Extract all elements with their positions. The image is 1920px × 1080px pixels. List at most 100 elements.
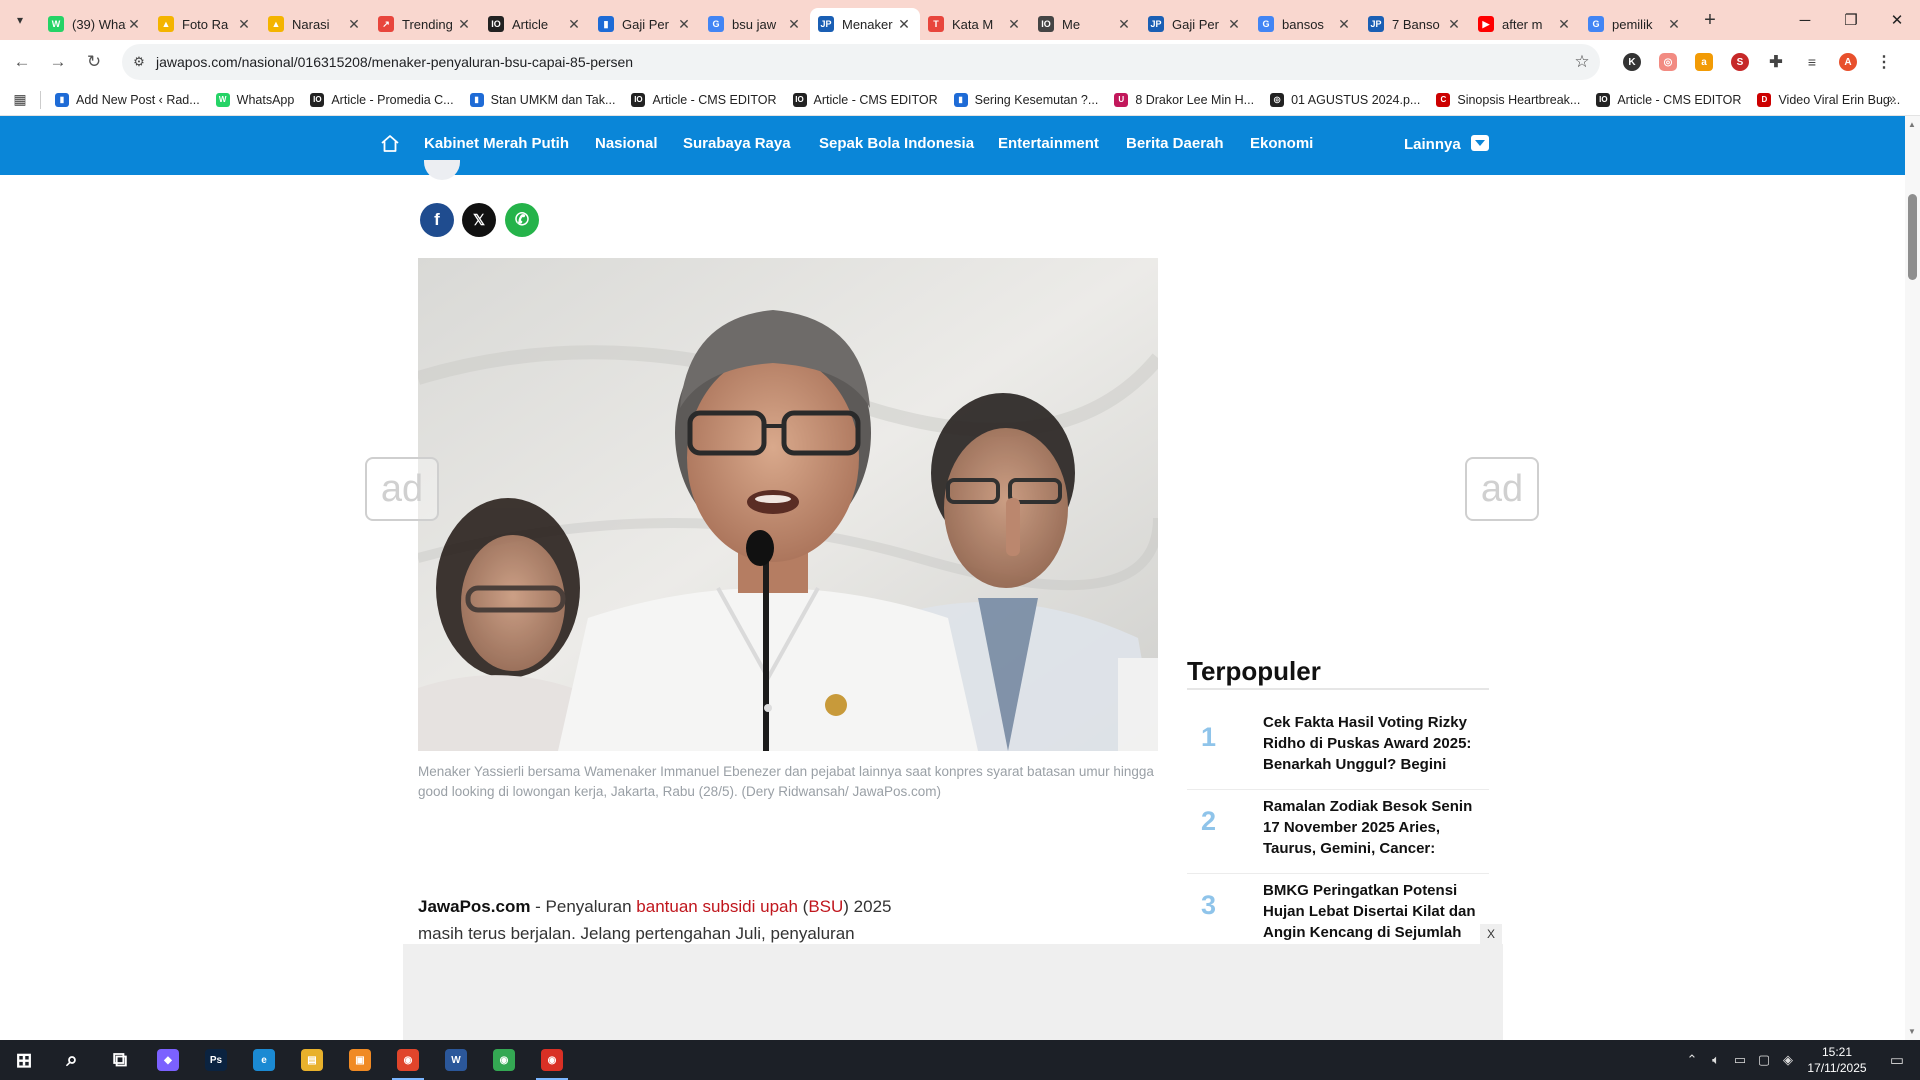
- ad-marker-right[interactable]: ad: [1465, 457, 1539, 521]
- browser-tab[interactable]: Gbsu jaw ✕: [700, 8, 810, 40]
- share-whatsapp-button[interactable]: ✆: [505, 203, 539, 237]
- media-control-button[interactable]: ≡: [1794, 46, 1830, 78]
- bookmark-item[interactable]: W WhatsApp: [208, 92, 303, 107]
- tab-close-icon[interactable]: ✕: [1116, 16, 1132, 33]
- bookmark-item[interactable]: D Video Viral Erin Bug...: [1749, 92, 1908, 107]
- browser-tab[interactable]: IO Me ✕: [1030, 8, 1140, 40]
- tab-close-icon[interactable]: ✕: [1006, 16, 1022, 33]
- bsu-short-link[interactable]: BSU: [808, 897, 843, 916]
- taskbar-copilot-button[interactable]: ◆: [144, 1040, 192, 1080]
- bookmark-item[interactable]: U 8 Drakor Lee Min H...: [1106, 92, 1262, 107]
- browser-tab[interactable]: ▲ Narasi ✕: [260, 8, 370, 40]
- sticky-bottom-ad[interactable]: [403, 944, 1503, 1040]
- close-window-button[interactable]: ✕: [1874, 0, 1920, 40]
- popular-title[interactable]: Ramalan Zodiak Besok Senin 17 November 2…: [1263, 796, 1483, 859]
- speaker-icon[interactable]: 🔈︎: [1704, 1052, 1728, 1068]
- bookmark-item[interactable]: ▮ Sering Kesemutan ?...: [946, 92, 1107, 107]
- tab-search-button[interactable]: ▾: [6, 6, 34, 34]
- popular-title[interactable]: BMKG Peringatkan Potensi Hujan Lebat Dis…: [1263, 880, 1483, 943]
- tab-close-icon[interactable]: ✕: [1336, 16, 1352, 33]
- taskbar-chrome-button[interactable]: ◉: [480, 1040, 528, 1080]
- restore-button[interactable]: ❐: [1828, 0, 1874, 40]
- taskbar-search-button[interactable]: ⌕: [48, 1040, 96, 1080]
- tab-close-icon[interactable]: ✕: [456, 16, 472, 33]
- bookmark-item[interactable]: IO Article - Promedia C...: [302, 92, 461, 107]
- profile-button[interactable]: A: [1830, 46, 1866, 78]
- browser-tab[interactable]: ▮ Gaji Per ✕: [590, 8, 700, 40]
- tab-close-icon[interactable]: ✕: [786, 16, 802, 33]
- popular-item-1[interactable]: 1 Cek Fakta Hasil Voting Rizky Ridho di …: [1187, 706, 1489, 790]
- scroll-down-icon[interactable]: ▼: [1908, 1027, 1916, 1036]
- browser-tab[interactable]: JP 7 Banso ✕: [1360, 8, 1470, 40]
- tray-overflow-icon[interactable]: ⌃: [1680, 1052, 1704, 1068]
- bookmark-item[interactable]: IO Article - CMS EDITOR: [785, 92, 946, 107]
- address-bar[interactable]: ⚙ jawapos.com/nasional/016315208/menaker…: [122, 44, 1600, 80]
- tab-close-icon[interactable]: ✕: [676, 16, 692, 33]
- url-text[interactable]: jawapos.com/nasional/016315208/menaker-p…: [156, 54, 1564, 70]
- tab-close-icon[interactable]: ✕: [346, 16, 362, 33]
- bookmark-item[interactable]: ▮ Add New Post ‹ Rad...: [47, 92, 208, 107]
- sticky-ad-close-button[interactable]: X: [1480, 924, 1502, 944]
- taskbar-photoshop-button[interactable]: Ps: [192, 1040, 240, 1080]
- browser-tab[interactable]: JP Menaker ✕: [810, 8, 920, 40]
- apps-grid-button[interactable]: ▦: [0, 91, 40, 108]
- ad-marker-left[interactable]: ad: [365, 457, 439, 521]
- popular-title[interactable]: Cek Fakta Hasil Voting Rizky Ridho di Pu…: [1263, 712, 1483, 775]
- network-icon[interactable]: ▭: [1728, 1052, 1752, 1068]
- tab-close-icon[interactable]: ✕: [1666, 16, 1682, 33]
- browser-tab[interactable]: ↗ Trending ✕: [370, 8, 480, 40]
- taskbar-edge-button[interactable]: e: [240, 1040, 288, 1080]
- tab-close-icon[interactable]: ✕: [1556, 16, 1572, 33]
- nav-entertainment[interactable]: Entertainment: [998, 135, 1099, 152]
- nav-berita-daerah[interactable]: Berita Daerah: [1126, 135, 1224, 152]
- nav-lainnya-dropdown[interactable]: Lainnya: [1404, 135, 1489, 153]
- home-button[interactable]: [380, 134, 400, 154]
- bookmark-item[interactable]: ◎ 01 AGUSTUS 2024.p...: [1262, 92, 1428, 107]
- new-tab-button[interactable]: +: [1696, 9, 1724, 32]
- shield-icon[interactable]: ◈: [1776, 1052, 1800, 1068]
- nav-sepak-bola-indonesia[interactable]: Sepak Bola Indonesia: [819, 135, 974, 152]
- extensions-button[interactable]: ✚: [1758, 46, 1794, 78]
- taskbar-start-button[interactable]: ⊞: [0, 1040, 48, 1080]
- browser-tab[interactable]: IO Article ✕: [480, 8, 590, 40]
- tab-close-icon[interactable]: ✕: [566, 16, 582, 33]
- tab-close-icon[interactable]: ✕: [1226, 16, 1242, 33]
- site-info-icon[interactable]: ⚙: [122, 54, 156, 70]
- nav-nasional[interactable]: Nasional: [595, 135, 658, 152]
- tab-close-icon[interactable]: ✕: [236, 16, 252, 33]
- taskbar-task-view-button[interactable]: ⧉: [96, 1040, 144, 1080]
- minimize-button[interactable]: ─: [1782, 0, 1828, 40]
- extension-s-button[interactable]: S: [1722, 46, 1758, 78]
- scrollbar-thumb[interactable]: [1908, 194, 1917, 280]
- monitor-icon[interactable]: ▢: [1752, 1052, 1776, 1068]
- extension-k-button[interactable]: K: [1614, 46, 1650, 78]
- reload-button[interactable]: ↻: [76, 44, 112, 80]
- bookmark-item[interactable]: IO Article - CMS EDITOR: [1588, 92, 1749, 107]
- bookmark-star-icon[interactable]: ☆: [1564, 52, 1600, 72]
- nav-surabaya-raya[interactable]: Surabaya Raya: [683, 135, 791, 152]
- notifications-button[interactable]: ▭: [1874, 1051, 1920, 1069]
- browser-tab[interactable]: ▶ after m ✕: [1470, 8, 1580, 40]
- tab-close-icon[interactable]: ✕: [126, 16, 142, 33]
- bsu-link[interactable]: bantuan subsidi upah: [636, 897, 798, 916]
- nav-kabinet-merah-putih[interactable]: Kabinet Merah Putih: [424, 135, 569, 152]
- browser-tab[interactable]: T Kata M ✕: [920, 8, 1030, 40]
- taskbar-app-orange-button[interactable]: ▣: [336, 1040, 384, 1080]
- taskbar-word-button[interactable]: W: [432, 1040, 480, 1080]
- bookmark-item[interactable]: IO Article - CMS EDITOR: [623, 92, 784, 107]
- tab-close-icon[interactable]: ✕: [896, 16, 912, 33]
- bookmark-item[interactable]: ▮ Stan UMKM dan Tak...: [462, 92, 624, 107]
- scroll-up-icon[interactable]: ▲: [1908, 120, 1916, 129]
- extension-a-button[interactable]: a: [1686, 46, 1722, 78]
- back-button[interactable]: ←: [4, 44, 40, 80]
- browser-tab[interactable]: ▲ Foto Ra ✕: [150, 8, 260, 40]
- browser-tab[interactable]: Gpemilik ✕: [1580, 8, 1690, 40]
- bookmark-item[interactable]: C Sinopsis Heartbreak...: [1428, 92, 1588, 107]
- taskbar-chrome-profile-button[interactable]: ◉: [384, 1040, 432, 1080]
- forward-button[interactable]: →: [40, 44, 76, 80]
- page-scrollbar[interactable]: ▲ ▼: [1905, 116, 1920, 1040]
- popular-item-2[interactable]: 2 Ramalan Zodiak Besok Senin 17 November…: [1187, 790, 1489, 874]
- browser-tab[interactable]: W (39) WhatsApp✕: [40, 8, 150, 40]
- nav-ekonomi[interactable]: Ekonomi: [1250, 135, 1313, 152]
- extension-camera-button[interactable]: ◎: [1650, 46, 1686, 78]
